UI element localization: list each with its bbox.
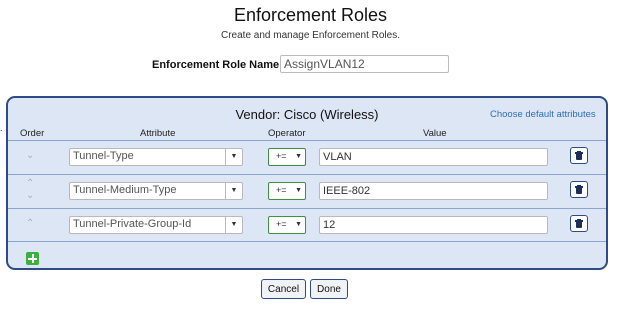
move-up-icon[interactable]: ⌃ xyxy=(26,179,34,189)
chevron-down-icon[interactable]: ▼ xyxy=(225,217,242,233)
attribute-row: ⌄ Tunnel-Type ▼ += ▼ xyxy=(8,140,606,173)
delete-row-button[interactable] xyxy=(570,181,588,198)
attributes-panel: Vendor: Cisco (Wireless) Choose default … xyxy=(6,96,608,270)
column-header-operator: Operator xyxy=(268,128,306,139)
chevron-down-icon[interactable]: ▼ xyxy=(295,184,302,198)
delete-row-button[interactable] xyxy=(570,215,588,232)
role-name-input[interactable] xyxy=(280,55,449,73)
choose-default-attributes-link[interactable]: Choose default attributes xyxy=(490,109,596,120)
operator-select[interactable]: += ▼ xyxy=(268,216,306,234)
operator-select[interactable]: += ▼ xyxy=(268,148,306,166)
add-attribute-button[interactable] xyxy=(26,252,39,265)
chevron-down-icon[interactable]: ▼ xyxy=(225,183,242,199)
chevron-down-icon[interactable]: ▼ xyxy=(225,149,242,165)
operator-select-value: += xyxy=(276,219,287,229)
operator-select[interactable]: += ▼ xyxy=(268,182,306,200)
page-title: Enforcement Roles xyxy=(233,5,388,25)
column-header-attribute: Attribute xyxy=(140,128,176,139)
value-input[interactable] xyxy=(319,216,548,234)
order-controls: ⌃ xyxy=(24,209,42,241)
move-down-icon[interactable]: ⌄ xyxy=(26,191,34,201)
column-header-value: Value xyxy=(423,128,447,139)
attribute-row: ⌃ Tunnel-Private-Group-Id ▼ += ▼ xyxy=(8,208,606,242)
done-button[interactable]: Done xyxy=(310,279,348,299)
role-name-label: Enforcement Role Name: xyxy=(152,59,283,71)
attribute-select-value: Tunnel-Type xyxy=(73,150,134,162)
order-controls: ⌄ xyxy=(24,141,42,173)
value-input[interactable] xyxy=(319,182,548,200)
delete-row-button[interactable] xyxy=(570,147,588,164)
value-input[interactable] xyxy=(319,148,548,166)
attribute-row: ⌃ ⌄ Tunnel-Medium-Type ▼ += ▼ xyxy=(8,174,606,207)
cancel-button[interactable]: Cancel xyxy=(261,279,306,299)
stray-mark: . xyxy=(0,123,3,133)
move-down-icon[interactable]: ⌄ xyxy=(26,151,34,161)
move-up-icon[interactable]: ⌃ xyxy=(26,219,34,229)
order-controls: ⌃ ⌄ xyxy=(24,175,42,207)
chevron-down-icon[interactable]: ▼ xyxy=(295,218,302,232)
attribute-select[interactable]: Tunnel-Type ▼ xyxy=(69,148,243,166)
attribute-select[interactable]: Tunnel-Private-Group-Id ▼ xyxy=(69,216,243,234)
operator-select-value: += xyxy=(276,151,287,161)
page-subtitle: Create and manage Enforcement Roles. xyxy=(221,30,400,41)
attribute-select-value: Tunnel-Medium-Type xyxy=(73,184,177,196)
operator-select-value: += xyxy=(276,185,287,195)
attribute-select-value: Tunnel-Private-Group-Id xyxy=(73,218,192,230)
chevron-down-icon[interactable]: ▼ xyxy=(295,150,302,164)
attribute-select[interactable]: Tunnel-Medium-Type ▼ xyxy=(69,182,243,200)
column-header-order: Order xyxy=(20,128,45,139)
